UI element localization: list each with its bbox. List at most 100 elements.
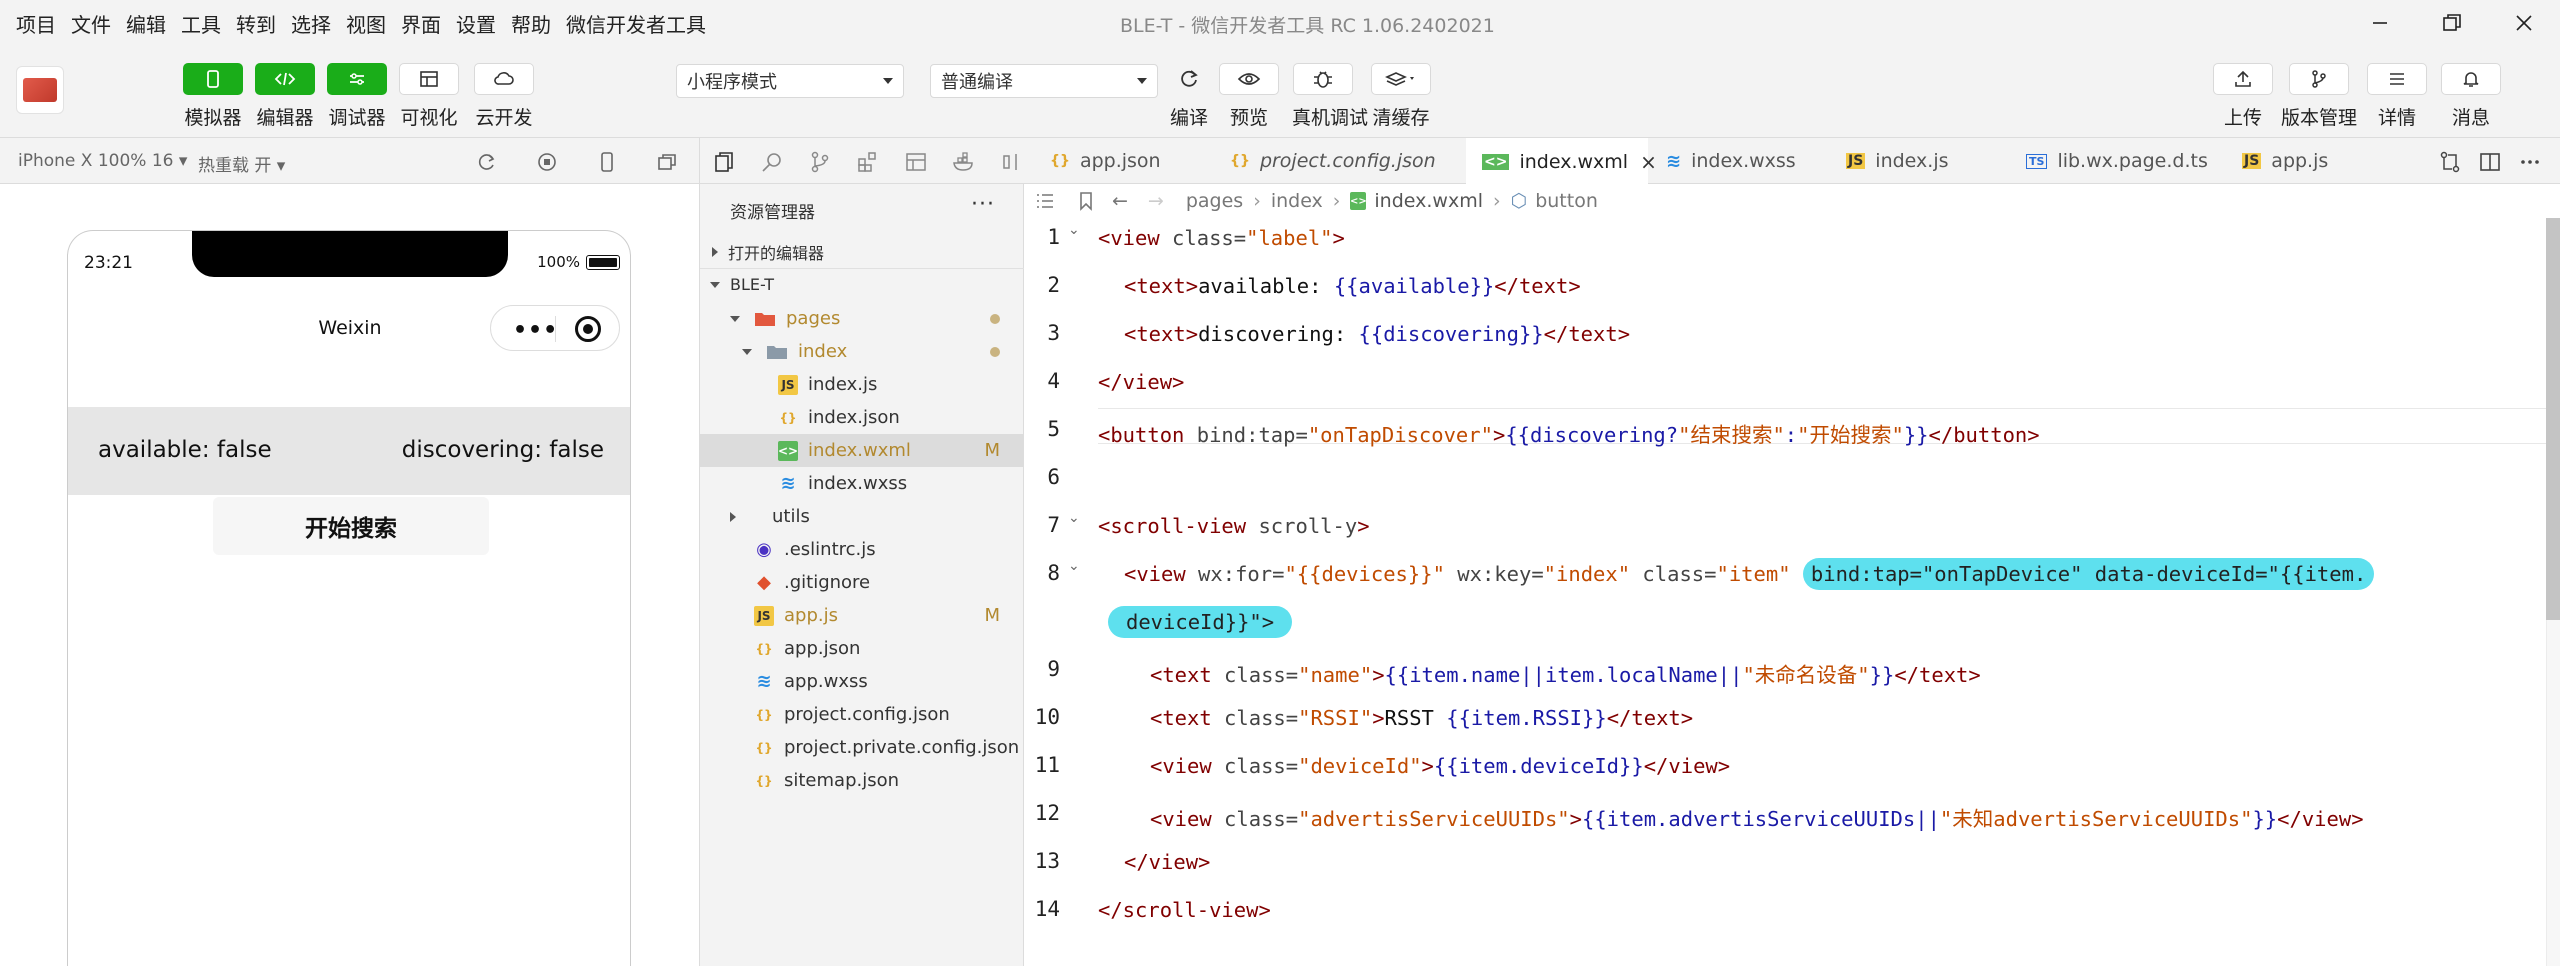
menu-file[interactable]: 文件	[71, 9, 111, 38]
selection-highlight: deviceId}}">	[1108, 606, 1293, 638]
phone-icon[interactable]	[596, 151, 618, 173]
tree-file-index-wxml[interactable]: <> index.wxml M	[700, 434, 1024, 467]
close-miniprogram-icon[interactable]	[575, 316, 601, 342]
tree-file-index-js[interactable]: JS index.js	[700, 368, 1024, 401]
menu-wechat-devtools[interactable]: 微信开发者工具	[566, 9, 706, 38]
restore-button[interactable]	[2416, 0, 2488, 46]
editor-scrollbar[interactable]	[2546, 218, 2560, 966]
tree-file-index-wxss[interactable]: ≋ index.wxss	[700, 467, 1024, 500]
version-control-button[interactable]: 版本管理	[2281, 63, 2357, 130]
cloud-dev-button[interactable]: 云开发	[473, 63, 535, 130]
tab-app-json[interactable]: {} app.json	[1034, 138, 1214, 184]
bookmark-icon[interactable]	[1078, 191, 1094, 211]
files-icon[interactable]	[712, 150, 736, 174]
messages-button[interactable]: 消息	[2440, 63, 2502, 130]
breadcrumb-index[interactable]: index	[1271, 190, 1323, 212]
device-select[interactable]: iPhone X 100% 16 ▾	[18, 151, 187, 171]
more-icon[interactable]	[1000, 150, 1024, 174]
popout-icon[interactable]	[656, 151, 678, 173]
battery-icon	[586, 254, 620, 270]
code-line-5: <button bind:tap="onTapDiscover">{{disco…	[1098, 423, 2040, 447]
tab-project-config-json[interactable]: {} project.config.json	[1214, 138, 1464, 184]
minimize-button[interactable]	[2344, 0, 2416, 46]
menu-help[interactable]: 帮助	[511, 9, 551, 38]
tree-file-gitignore[interactable]: ◆ .gitignore	[700, 566, 1024, 599]
stop-icon[interactable]	[536, 151, 558, 173]
tree-folder-pages[interactable]: pages	[700, 302, 1024, 335]
preview-button[interactable]: 预览	[1218, 63, 1280, 130]
open-editors-section[interactable]: 打开的编辑器	[700, 236, 1024, 268]
layers-icon	[1385, 72, 1414, 86]
menu-settings[interactable]: 设置	[456, 9, 496, 38]
menu-goto[interactable]: 转到	[236, 9, 276, 38]
debugger-toggle-button[interactable]: 调试器	[326, 63, 388, 130]
layout-icon[interactable]	[904, 150, 928, 174]
menu-interface[interactable]: 界面	[401, 9, 441, 38]
compile-button[interactable]: 编译	[1158, 63, 1220, 130]
details-button[interactable]: 详情	[2366, 63, 2428, 130]
code-line-12: <view class="advertisServiceUUIDs">{{ite…	[1150, 807, 2364, 831]
breadcrumb-pages[interactable]: pages	[1186, 190, 1243, 212]
tab-app-js[interactable]: JS app.js	[2226, 138, 2406, 184]
remote-debug-button[interactable]: 真机调试	[1292, 63, 1368, 130]
list-icon[interactable]	[1034, 192, 1056, 210]
close-window-button[interactable]	[2488, 0, 2560, 46]
extensions-icon[interactable]	[856, 150, 880, 174]
menu-project[interactable]: 项目	[16, 9, 56, 38]
fold-chevron-icon[interactable]: ⌄	[1068, 222, 1080, 238]
explorer-title: 资源管理器	[730, 203, 815, 223]
phone-icon	[207, 70, 219, 88]
fold-chevron-icon[interactable]: ⌄	[1068, 558, 1080, 574]
visualize-toggle-button[interactable]: 可视化	[398, 63, 460, 130]
menu-icon	[2390, 73, 2404, 85]
compile-select[interactable]: 普通编译	[930, 64, 1158, 98]
menu-edit[interactable]: 编辑	[126, 9, 166, 38]
split-editor-icon[interactable]	[2478, 150, 2502, 174]
tree-file-project-config[interactable]: {} project.config.json	[700, 698, 1024, 731]
explorer-more-button[interactable]: ···	[971, 192, 995, 217]
code-editor[interactable]: 1 2 3 4 5 6 7 8 9 10 11 12 13 14 ⌄ ⌄ ⌄ <…	[1024, 218, 2560, 966]
minimize-icon	[2373, 22, 2387, 24]
tab-index-wxml[interactable]: <> index.wxml ×	[1466, 138, 1657, 185]
tab-lib-wx-page-d-ts[interactable]: TS lib.wx.page.d.ts	[2010, 138, 2210, 184]
project-section[interactable]: BLE-T	[700, 268, 1024, 300]
menu-tools[interactable]: 工具	[181, 9, 221, 38]
mode-select[interactable]: 小程序模式	[676, 64, 904, 98]
compare-icon[interactable]	[2438, 150, 2462, 174]
clear-cache-button[interactable]: 清缓存	[1370, 63, 1432, 130]
tab-index-wxss[interactable]: ≋ index.wxss	[1650, 138, 1830, 184]
tree-folder-utils[interactable]: utils	[700, 500, 1024, 533]
tree-file-sitemap[interactable]: {} sitemap.json	[700, 764, 1024, 797]
tree-file-app-wxss[interactable]: ≋ app.wxss	[700, 665, 1024, 698]
fold-chevron-icon[interactable]: ⌄	[1068, 510, 1080, 526]
tab-index-js[interactable]: JS index.js	[1830, 138, 2010, 184]
tree-file-app-json[interactable]: {} app.json	[700, 632, 1024, 665]
chevron-right-icon: ›	[1493, 190, 1501, 212]
tree-file-eslintrc[interactable]: ◉ .eslintrc.js	[700, 533, 1024, 566]
back-arrow-icon[interactable]: ←	[1112, 190, 1128, 212]
menu-select[interactable]: 选择	[291, 9, 331, 38]
start-search-button[interactable]: 开始搜索	[213, 497, 489, 555]
upload-button[interactable]: 上传	[2212, 63, 2274, 130]
docker-icon[interactable]	[952, 150, 976, 174]
simulator-toggle-button[interactable]: 模拟器	[182, 63, 244, 130]
menu-view[interactable]: 视图	[346, 9, 386, 38]
tree-folder-index[interactable]: index	[700, 335, 1024, 368]
editor-toggle-button[interactable]: 编辑器	[254, 63, 316, 130]
scrollbar-thumb[interactable]	[2546, 218, 2560, 620]
refresh-icon[interactable]	[476, 151, 498, 173]
status-time: 23:21	[84, 253, 133, 273]
activity-bar	[700, 138, 1024, 184]
search-icon[interactable]	[760, 150, 784, 174]
tree-file-index-json[interactable]: {} index.json	[700, 401, 1024, 434]
hot-reload-toggle[interactable]: 热重载 开 ▾	[198, 151, 285, 176]
more-dots-icon[interactable]: •••	[513, 318, 558, 343]
more-actions-icon[interactable]	[2518, 150, 2542, 174]
tree-file-app-js[interactable]: JS app.js M	[700, 599, 1024, 632]
breadcrumb-element[interactable]: button	[1535, 190, 1598, 212]
forward-arrow-icon[interactable]: →	[1148, 190, 1164, 212]
tree-file-project-private-config[interactable]: {} project.private.config.json	[700, 731, 1024, 764]
source-control-icon[interactable]	[808, 150, 832, 174]
breadcrumb-file[interactable]: index.wxml	[1374, 190, 1483, 212]
project-avatar[interactable]	[16, 66, 64, 114]
